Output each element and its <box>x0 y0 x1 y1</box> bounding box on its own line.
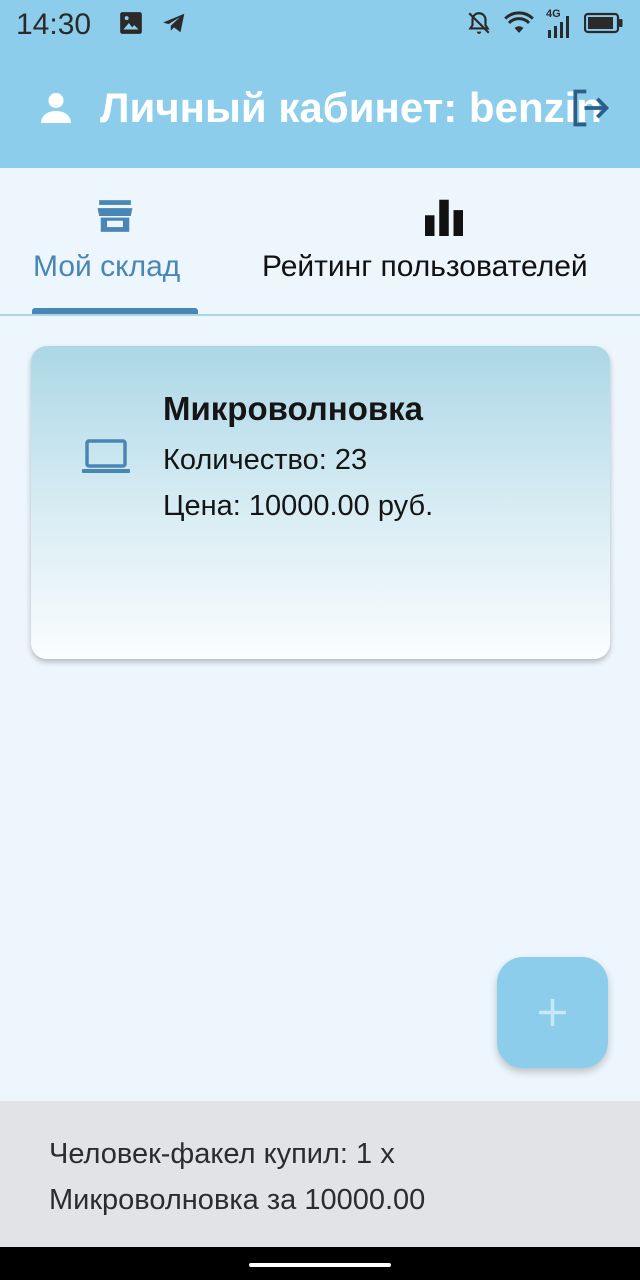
tab-bar: Мой склад Рейтинг пользователей <box>0 168 640 316</box>
image-icon <box>118 10 144 41</box>
bell-off-icon <box>466 10 492 41</box>
telegram-icon <box>160 10 188 41</box>
purchase-notification: Человек-факел купил: 1 х Микроволновка з… <box>0 1101 640 1247</box>
tab-users-rating-label: Рейтинг пользователей <box>262 250 588 283</box>
page-title: Личный кабинет: benzin <box>100 84 602 131</box>
battery-icon <box>583 11 624 40</box>
signal-4g-icon: 4G <box>546 8 572 40</box>
logout-icon[interactable] <box>568 86 612 135</box>
product-quantity: Количество: 23 <box>163 444 368 476</box>
wifi-icon <box>504 10 534 41</box>
laptop-icon <box>81 438 131 479</box>
tab-my-warehouse[interactable]: Мой склад <box>0 168 230 314</box>
bar-chart-icon <box>423 198 465 241</box>
notification-text: Человек-факел купил: 1 х Микроволновка з… <box>49 1138 426 1216</box>
status-time: 14:30 <box>16 8 92 41</box>
add-product-button[interactable] <box>497 957 608 1068</box>
active-tab-indicator <box>32 308 198 314</box>
status-left-icons <box>118 10 188 41</box>
product-card[interactable]: Микроволновка Количество: 23 Цена: 10000… <box>31 346 610 659</box>
tab-users-rating[interactable]: Рейтинг пользователей <box>230 168 640 314</box>
product-name: Микроволновка <box>163 390 424 427</box>
app-header: 14:30 4G Личный кабинет: benzin <box>0 0 640 168</box>
tab-my-warehouse-label: Мой склад <box>33 250 181 283</box>
screen: 14:30 4G Личный кабинет: benzin Мой скла… <box>0 0 640 1280</box>
header-title-row: Личный кабинет: benzin <box>0 78 640 138</box>
status-bar: 14:30 4G <box>0 0 640 50</box>
product-price: Цена: 10000.00 руб. <box>163 490 434 522</box>
status-right-icons: 4G <box>466 8 624 41</box>
plus-icon <box>534 994 571 1036</box>
home-gesture-handle[interactable] <box>249 1263 391 1267</box>
person-icon <box>38 90 74 131</box>
store-icon <box>96 198 134 239</box>
system-nav-bar <box>0 1247 640 1280</box>
